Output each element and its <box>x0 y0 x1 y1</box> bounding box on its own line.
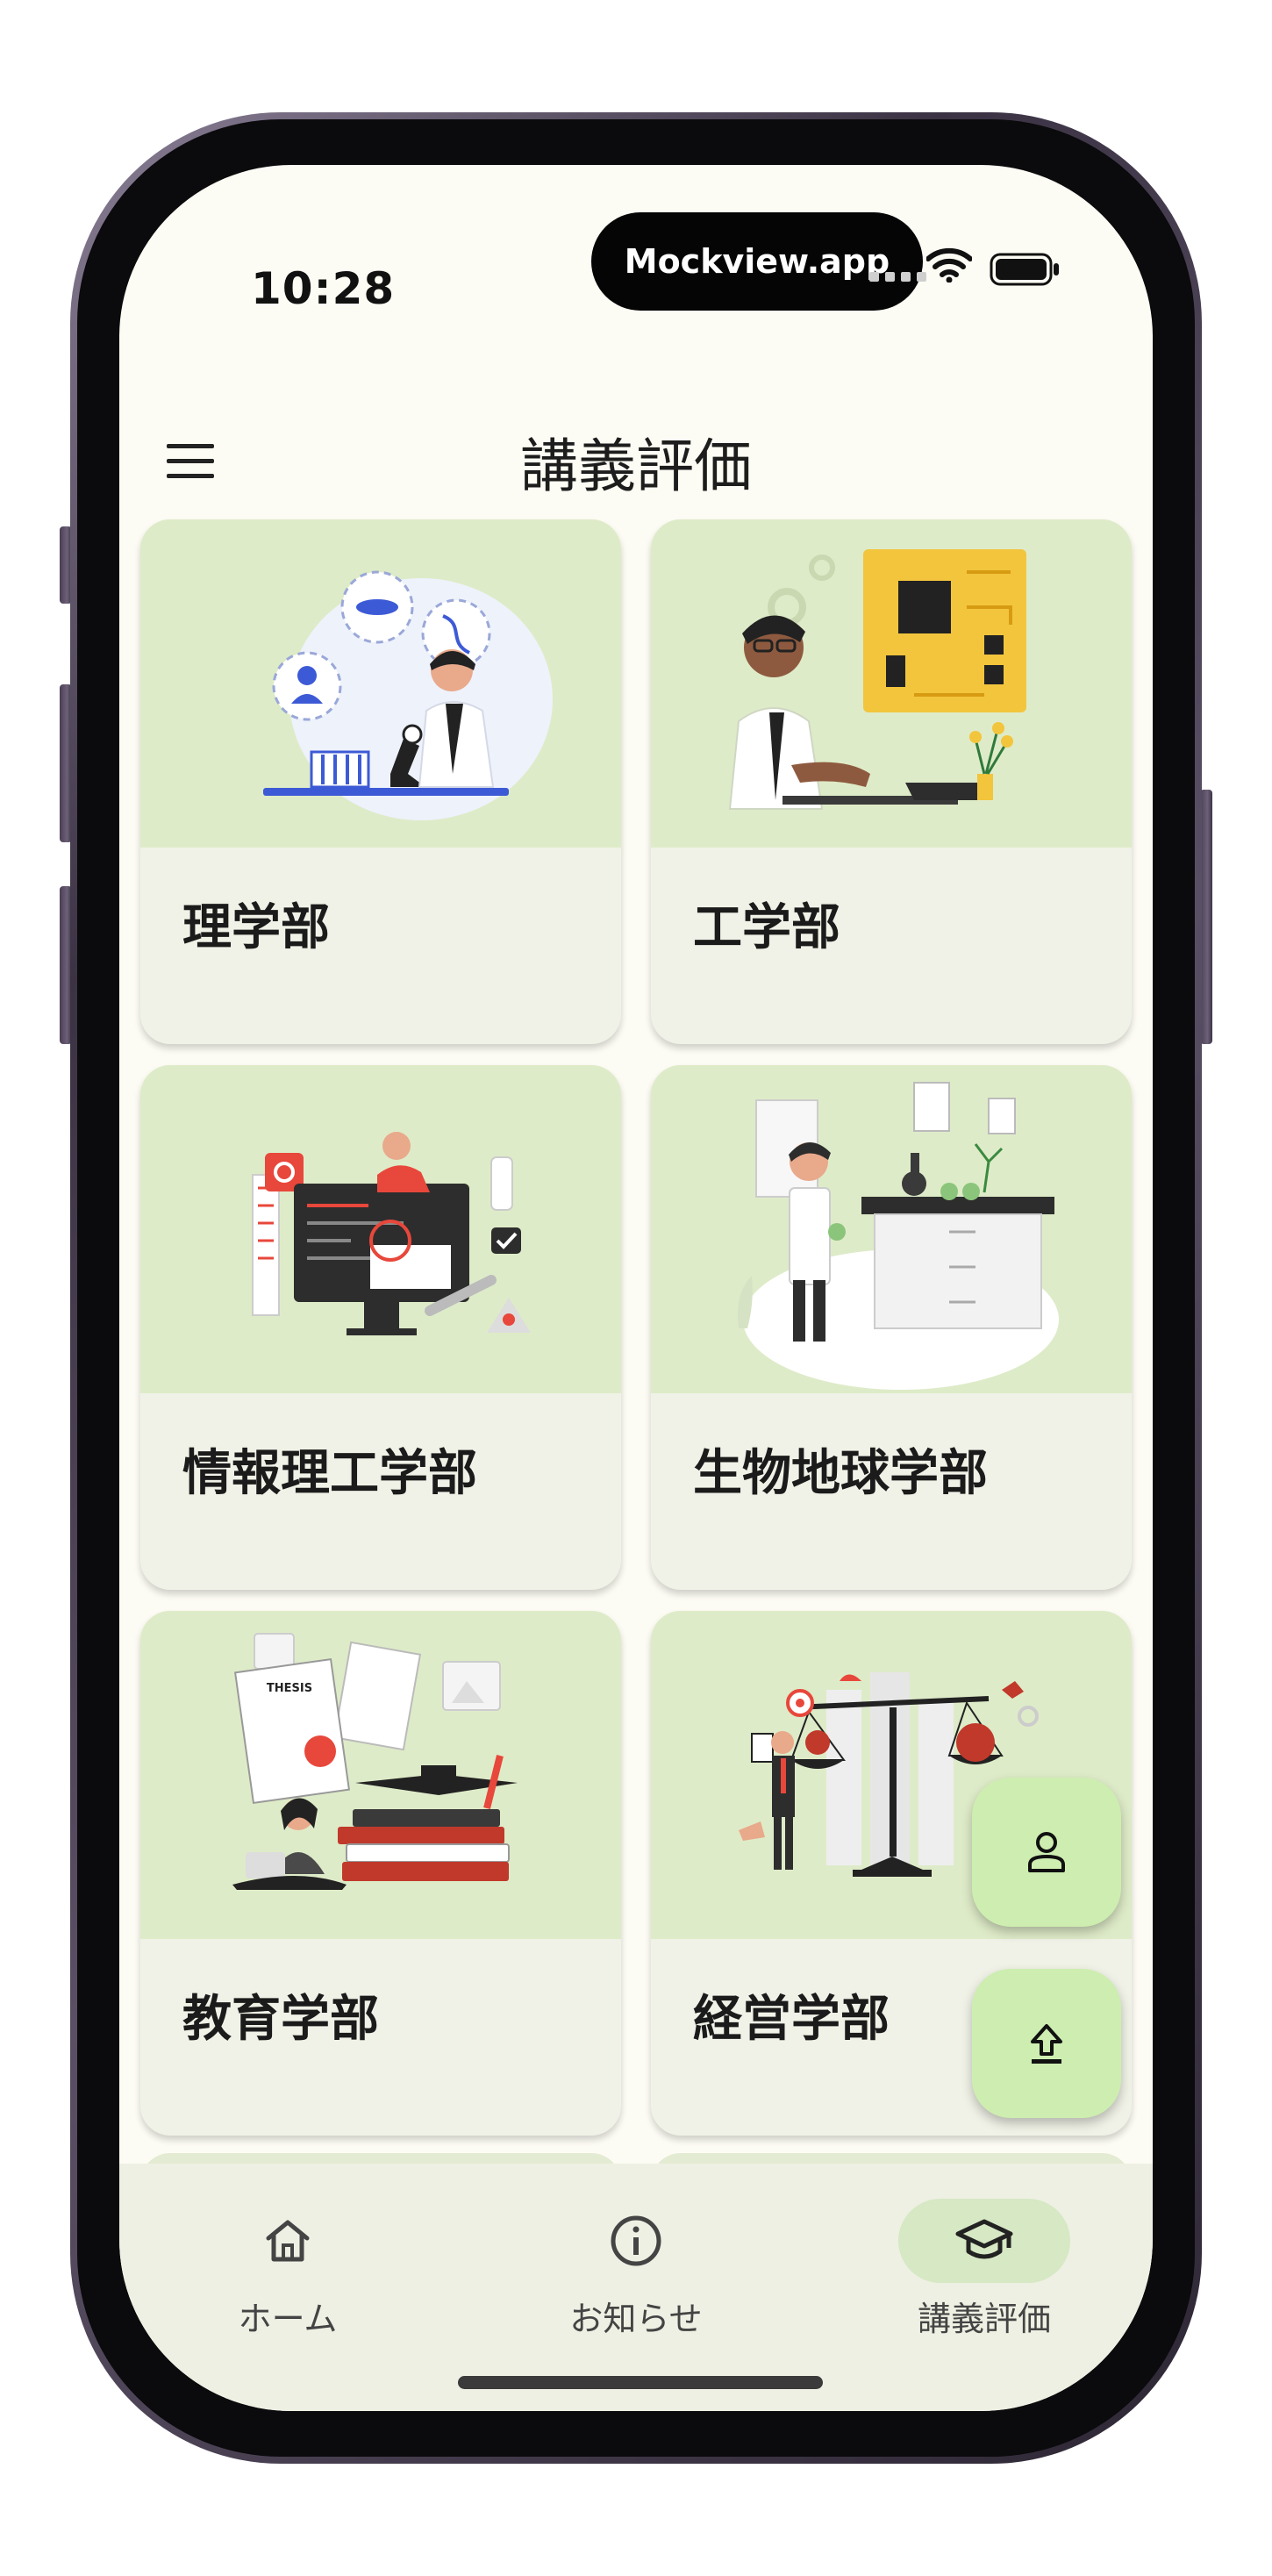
nav-item-course-evaluation[interactable]: 講義評価 <box>853 2199 1116 2340</box>
faculty-card-label: 情報理工学部 <box>182 1445 477 1502</box>
nav-label: ホーム <box>238 2300 338 2338</box>
power-button <box>1200 790 1212 1044</box>
page-title: 講義評価 <box>520 433 752 500</box>
svg-text:THESIS: THESIS <box>267 1682 312 1695</box>
battery-icon <box>990 253 1059 286</box>
app-screen: 10:28 Mockview.app 講義評価 理学部 工学部 情報理工学部 生… <box>119 165 1153 2411</box>
wifi-icon <box>926 247 972 283</box>
student-books-thesis-illustration: THESIS <box>140 1611 621 1939</box>
nav-active-indicator <box>898 2199 1070 2283</box>
graduation-cap-icon <box>955 2219 1013 2259</box>
nav-label: 講義評価 <box>917 2300 1051 2338</box>
nav-label: お知らせ <box>569 2300 703 2338</box>
faculty-card-label: 経営学部 <box>693 1991 890 2048</box>
faculty-card-label: 理学部 <box>182 899 330 956</box>
nav-item-news[interactable]: お知らせ <box>504 2199 768 2340</box>
faculty-card-science[interactable]: 理学部 <box>140 519 621 1044</box>
info-icon <box>611 2215 661 2266</box>
scientist-microscope-illustration <box>140 519 621 848</box>
dynamic-island: Mockview.app <box>591 212 923 311</box>
device-mockup: 10:28 Mockview.app 講義評価 理学部 工学部 情報理工学部 生… <box>0 0 1272 2576</box>
phone-bezel: 10:28 Mockview.app 講義評価 理学部 工学部 情報理工学部 生… <box>77 119 1195 2457</box>
faculty-card-label: 教育学部 <box>182 1991 379 2048</box>
faculty-card-label: 工学部 <box>693 899 840 956</box>
nav-item-home[interactable]: ホーム <box>156 2199 419 2340</box>
engineer-circuit-board-illustration <box>651 519 1132 848</box>
profile-fab[interactable] <box>972 1778 1121 1927</box>
status-time: 10:28 <box>251 263 396 314</box>
faculty-card-education[interactable]: THESIS 教育学部 <box>140 1611 621 2136</box>
faculty-card-biology-earth[interactable]: 生物地球学部 <box>651 1065 1132 1590</box>
biologist-lab-illustration <box>651 1065 1132 1393</box>
person-icon <box>1028 1832 1065 1872</box>
island-text: Mockview.app <box>624 242 890 281</box>
bottom-navigation: ホーム お知らせ 講義評価 <box>119 2164 1153 2411</box>
faculty-card-label: 生物地球学部 <box>693 1445 988 1502</box>
phone-frame: 10:28 Mockview.app 講義評価 理学部 工学部 情報理工学部 生… <box>70 112 1202 2464</box>
home-icon <box>266 2220 310 2262</box>
faculty-card-engineering[interactable]: 工学部 <box>651 519 1132 1044</box>
faculty-card-informatics[interactable]: 情報理工学部 <box>140 1065 621 1590</box>
upload-icon <box>1031 2024 1062 2064</box>
upload-fab[interactable] <box>972 1969 1121 2118</box>
home-indicator[interactable] <box>458 2376 823 2389</box>
programmer-computer-illustration <box>140 1065 621 1393</box>
signal-icon <box>869 272 926 282</box>
